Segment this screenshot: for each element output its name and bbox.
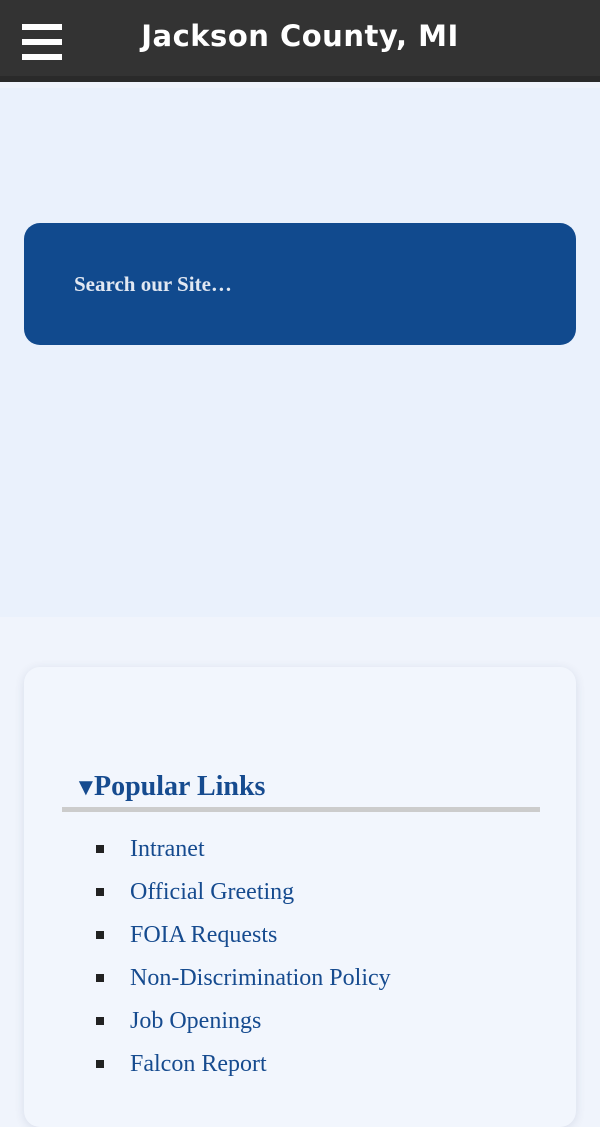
popular-links-toggle[interactable]: ▼Popular Links <box>62 767 540 812</box>
top-nav-bar: Jackson County, MI <box>0 0 600 82</box>
bullet-icon <box>96 931 104 939</box>
link-official-greeting[interactable]: Official Greeting <box>130 874 294 910</box>
bullet-icon <box>96 1017 104 1025</box>
bullet-icon <box>96 845 104 853</box>
bullet-icon <box>96 888 104 896</box>
link-non-discrimination-policy[interactable]: Non-Discrimination Policy <box>130 960 391 996</box>
bullet-icon <box>96 974 104 982</box>
hero-section <box>0 88 600 617</box>
content-section: ▼Popular Links Intranet Official Greetin… <box>0 617 600 1127</box>
link-intranet[interactable]: Intranet <box>130 831 205 867</box>
search-box <box>24 223 576 345</box>
popular-links-card: ▼Popular Links Intranet Official Greetin… <box>24 667 576 1127</box>
link-falcon-report[interactable]: Falcon Report <box>130 1046 267 1082</box>
popular-links-heading: Popular Links <box>94 771 266 802</box>
search-input[interactable] <box>72 264 532 304</box>
bullet-icon <box>96 1060 104 1068</box>
link-foia-requests[interactable]: FOIA Requests <box>130 917 277 953</box>
site-title[interactable]: Jackson County, MI <box>0 16 600 56</box>
triangle-down-icon: ▼ <box>74 775 98 801</box>
link-job-openings[interactable]: Job Openings <box>130 1003 261 1039</box>
